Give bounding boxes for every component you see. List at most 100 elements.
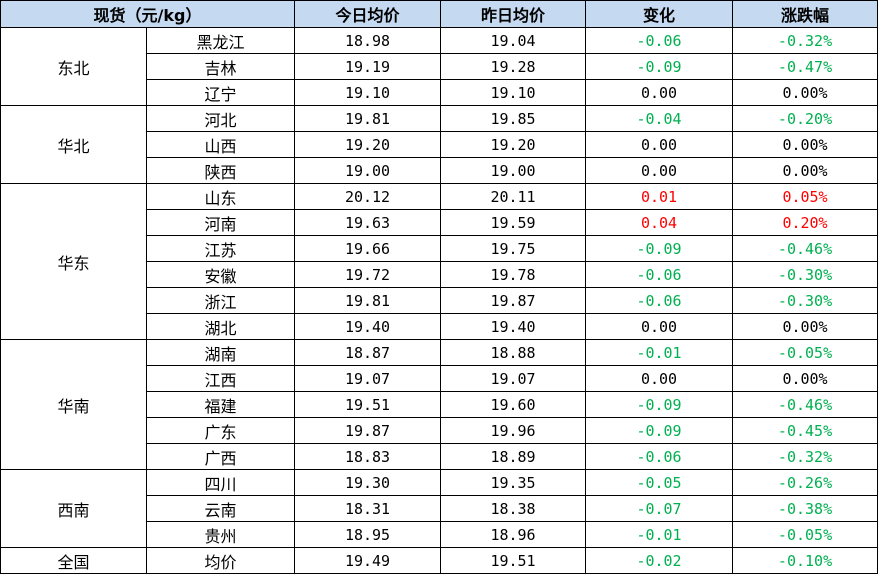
yesterday-avg-cell: 19.87 bbox=[440, 287, 587, 314]
province-cell: 广西 bbox=[145, 443, 296, 470]
change-pct-cell: 0.00% bbox=[732, 79, 878, 106]
province-cell: 安徽 bbox=[145, 261, 296, 288]
change-cell: 0.00 bbox=[585, 79, 734, 106]
yesterday-avg-cell: 19.00 bbox=[440, 157, 587, 184]
header-yesterday-avg: 昨日均价 bbox=[440, 0, 587, 28]
change-pct-cell: -0.45% bbox=[732, 417, 878, 444]
today-avg-cell: 19.40 bbox=[294, 313, 442, 340]
table-row: 东北 黑龙江 18.98 19.04 -0.06 -0.32% bbox=[0, 27, 878, 106]
change-cell: -0.02 bbox=[585, 547, 734, 574]
table-header: 现货（元/kg） 今日均价 昨日均价 变化 涨跌幅 bbox=[0, 0, 878, 28]
province-cell: 广东 bbox=[145, 417, 296, 444]
region-cell: 东北 bbox=[0, 27, 147, 106]
change-cell: 0.04 bbox=[585, 209, 734, 236]
change-pct-cell: -0.30% bbox=[732, 261, 878, 288]
today-avg-cell: 19.81 bbox=[294, 287, 442, 314]
header-spot-unit: 现货（元/kg） bbox=[0, 0, 296, 28]
today-avg-cell: 19.87 bbox=[294, 417, 442, 444]
today-avg-cell: 19.19 bbox=[294, 53, 442, 80]
province-cell: 四川 bbox=[145, 469, 296, 496]
yesterday-avg-cell: 18.89 bbox=[440, 443, 587, 470]
yesterday-avg-cell: 19.59 bbox=[440, 209, 587, 236]
province-cell: 江西 bbox=[145, 365, 296, 392]
province-cell: 辽宁 bbox=[145, 79, 296, 106]
table-row: 华北 河北 19.81 19.85 -0.04 -0.20% bbox=[0, 105, 878, 184]
change-pct-cell: -0.32% bbox=[732, 443, 878, 470]
change-pct-cell: -0.05% bbox=[732, 339, 878, 366]
today-avg-cell: 19.51 bbox=[294, 391, 442, 418]
change-pct-cell: -0.05% bbox=[732, 521, 878, 548]
change-pct-cell: -0.10% bbox=[732, 547, 878, 574]
table-row: 西南 四川 19.30 19.35 -0.05 -0.26% bbox=[0, 469, 878, 548]
header-row: 现货（元/kg） 今日均价 昨日均价 变化 涨跌幅 bbox=[0, 0, 878, 28]
change-cell: 0.00 bbox=[585, 131, 734, 158]
header-change-pct: 涨跌幅 bbox=[732, 0, 878, 28]
today-avg-cell: 18.83 bbox=[294, 443, 442, 470]
yesterday-avg-cell: 19.35 bbox=[440, 469, 587, 496]
header-change: 变化 bbox=[585, 0, 734, 28]
table-row: 华南 湖南 18.87 18.88 -0.01 -0.05% bbox=[0, 339, 878, 470]
change-cell: -0.06 bbox=[585, 287, 734, 314]
province-cell: 吉林 bbox=[145, 53, 296, 80]
change-pct-cell: 0.00% bbox=[732, 131, 878, 158]
today-avg-cell: 19.72 bbox=[294, 261, 442, 288]
yesterday-avg-cell: 19.75 bbox=[440, 235, 587, 262]
today-avg-cell: 19.63 bbox=[294, 209, 442, 236]
today-avg-cell: 19.07 bbox=[294, 365, 442, 392]
yesterday-avg-cell: 19.96 bbox=[440, 417, 587, 444]
yesterday-avg-cell: 19.04 bbox=[440, 27, 587, 54]
today-avg-cell: 19.81 bbox=[294, 105, 442, 132]
yesterday-avg-cell: 19.20 bbox=[440, 131, 587, 158]
change-cell: -0.06 bbox=[585, 443, 734, 470]
region-cell: 西南 bbox=[0, 469, 147, 548]
yesterday-avg-cell: 19.07 bbox=[440, 365, 587, 392]
yesterday-avg-cell: 19.85 bbox=[440, 105, 587, 132]
yesterday-avg-cell: 19.60 bbox=[440, 391, 587, 418]
province-cell: 江苏 bbox=[145, 235, 296, 262]
province-cell: 湖南 bbox=[145, 339, 296, 366]
today-avg-cell: 18.87 bbox=[294, 339, 442, 366]
header-today-avg: 今日均价 bbox=[294, 0, 442, 28]
today-avg-cell: 19.30 bbox=[294, 469, 442, 496]
change-pct-cell: -0.26% bbox=[732, 469, 878, 496]
change-cell: 0.00 bbox=[585, 157, 734, 184]
region-cell: 华南 bbox=[0, 339, 147, 470]
change-pct-cell: -0.46% bbox=[732, 391, 878, 418]
province-cell: 河北 bbox=[145, 105, 296, 132]
change-cell: 0.00 bbox=[585, 313, 734, 340]
change-cell: -0.09 bbox=[585, 391, 734, 418]
today-avg-cell: 19.00 bbox=[294, 157, 442, 184]
yesterday-avg-cell: 19.51 bbox=[440, 547, 587, 574]
yesterday-avg-cell: 19.78 bbox=[440, 261, 587, 288]
change-pct-cell: -0.20% bbox=[732, 105, 878, 132]
change-pct-cell: 0.20% bbox=[732, 209, 878, 236]
today-avg-cell: 18.95 bbox=[294, 521, 442, 548]
change-cell: -0.01 bbox=[585, 521, 734, 548]
change-pct-cell: 0.05% bbox=[732, 183, 878, 210]
yesterday-avg-cell: 20.11 bbox=[440, 183, 587, 210]
province-cell: 陕西 bbox=[145, 157, 296, 184]
change-cell: -0.09 bbox=[585, 417, 734, 444]
region-cell: 华北 bbox=[0, 105, 147, 184]
change-pct-cell: -0.32% bbox=[732, 27, 878, 54]
change-cell: -0.07 bbox=[585, 495, 734, 522]
province-cell: 云南 bbox=[145, 495, 296, 522]
change-cell: -0.09 bbox=[585, 235, 734, 262]
change-cell: -0.06 bbox=[585, 261, 734, 288]
today-avg-cell: 19.49 bbox=[294, 547, 442, 574]
today-avg-cell: 19.66 bbox=[294, 235, 442, 262]
change-cell: -0.06 bbox=[585, 27, 734, 54]
change-pct-cell: 0.00% bbox=[732, 365, 878, 392]
change-cell: -0.01 bbox=[585, 339, 734, 366]
table-row: 全国 均价 19.49 19.51 -0.02 -0.10% bbox=[0, 547, 878, 574]
change-pct-cell: 0.00% bbox=[732, 313, 878, 340]
province-cell: 黑龙江 bbox=[145, 27, 296, 54]
province-cell: 福建 bbox=[145, 391, 296, 418]
region-cell: 华东 bbox=[0, 183, 147, 340]
change-pct-cell: 0.00% bbox=[732, 157, 878, 184]
province-cell: 浙江 bbox=[145, 287, 296, 314]
price-table: 现货（元/kg） 今日均价 昨日均价 变化 涨跌幅 东北 黑龙江 18.98 19.0… bbox=[0, 0, 878, 574]
province-cell: 山西 bbox=[145, 131, 296, 158]
change-pct-cell: -0.38% bbox=[732, 495, 878, 522]
today-avg-cell: 18.31 bbox=[294, 495, 442, 522]
